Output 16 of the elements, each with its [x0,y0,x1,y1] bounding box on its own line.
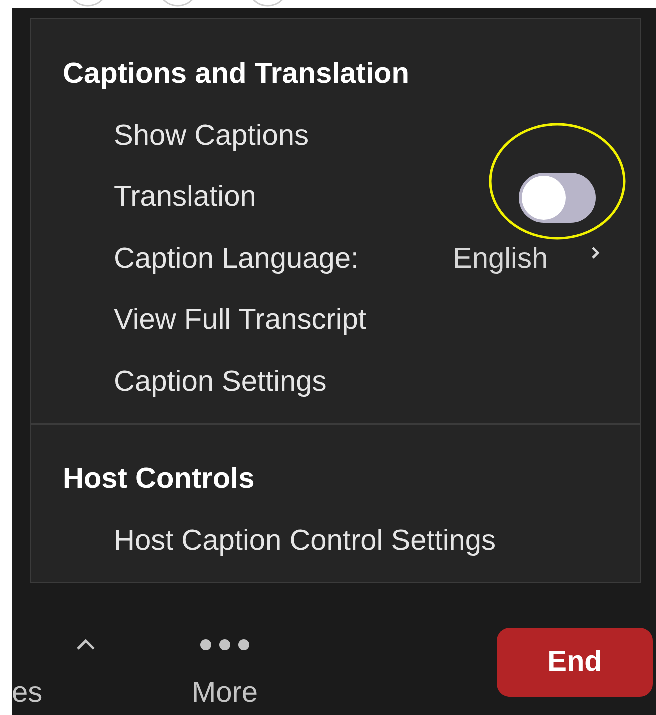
menu-item[interactable]: Caption Settings [31,366,327,399]
menu-item[interactable]: Caption Language: [31,242,360,276]
toolbar-label[interactable]: es [12,676,43,710]
caret-up-icon[interactable] [76,639,96,651]
language-value: English [453,242,550,276]
section-heading: Host Controls [62,463,255,496]
menu-item[interactable]: Host Caption Control Settings [31,524,496,558]
chevron-right-icon [591,246,600,260]
menu-item[interactable]: View Full Transcript [31,304,366,338]
more-dots-icon[interactable] [200,639,250,651]
toggle-switch[interactable] [519,172,596,223]
section-heading: Captions and Translation [62,58,410,92]
menu-item[interactable]: Translation [31,181,256,214]
menu-item[interactable]: Show Captions [31,120,310,153]
toolbar-label[interactable]: More [192,676,258,710]
end-button[interactable]: End [497,628,653,697]
